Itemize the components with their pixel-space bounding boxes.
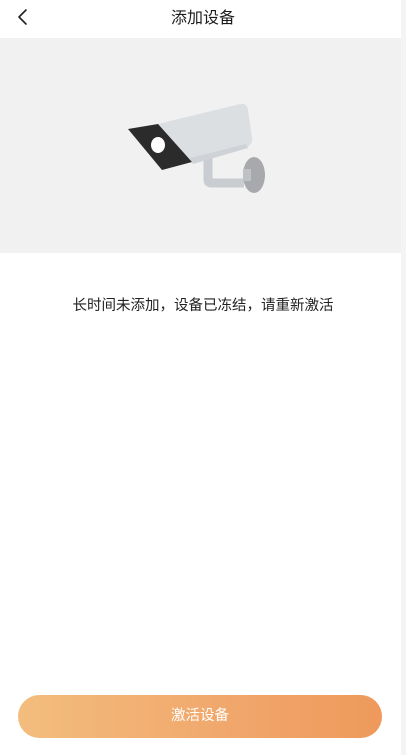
page-title: 添加设备 [170,8,235,27]
top-bar: 添加设备 [0,0,406,38]
camera-illustration-panel [0,38,401,253]
add-device-screen: 添加设备 长时间未添加，设备已冻结，请重新激活 激活设备 [0,0,406,755]
activate-device-button[interactable]: 激活设备 [18,695,382,738]
frozen-device-message: 长时间未添加，设备已冻结，请重新激活 [72,298,334,314]
security-camera-icon [128,103,265,193]
camera-body [128,103,253,170]
right-edge-strip [401,0,406,755]
camera-mount [203,156,265,193]
